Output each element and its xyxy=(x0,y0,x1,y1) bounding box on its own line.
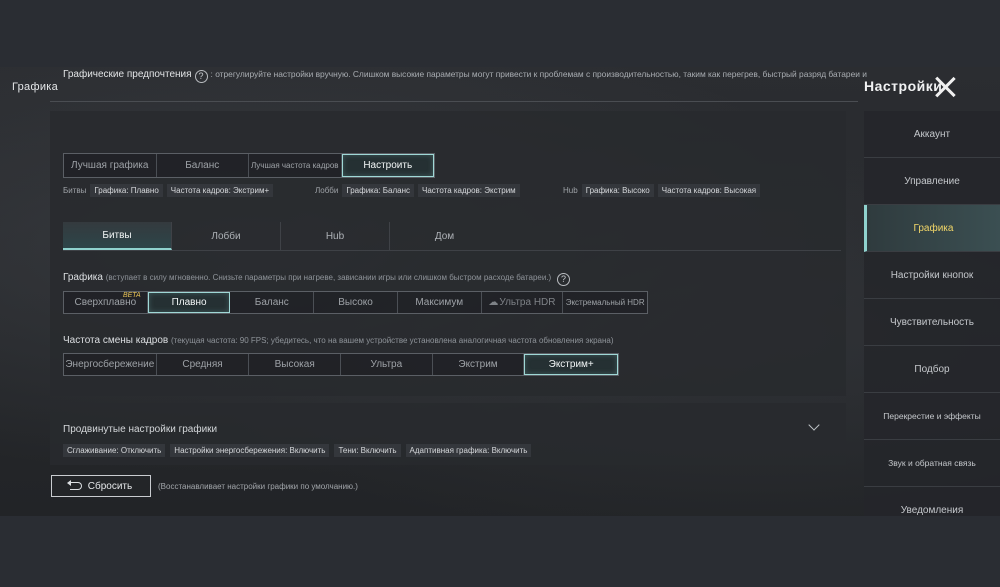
close-icon[interactable] xyxy=(932,74,958,100)
graphics-label-row: Графика (вступает в силу мгновенно. Сниз… xyxy=(63,272,573,286)
fps-medium[interactable]: Средняя xyxy=(156,354,250,375)
sidebar-item-notifications[interactable]: Уведомления xyxy=(864,487,1000,516)
adv-tag-power-saving: Настройки энергосбережения: Включить xyxy=(170,444,330,457)
preferences-selector: Лучшая графика Баланс Лучшая частота кад… xyxy=(63,153,435,178)
framerate-note: (текущая частота: 90 FPS; убедитесь, что… xyxy=(170,336,614,345)
preset-mode: Hub xyxy=(563,186,578,195)
preset-fps-tag: Частота кадров: Экстрим xyxy=(417,184,520,197)
header-divider xyxy=(50,101,858,102)
adv-tag-shadows: Тени: Включить xyxy=(334,444,401,457)
pref-customize[interactable]: Настроить xyxy=(341,154,434,177)
advanced-tags: Сглаживание: Отключить Настройки энергос… xyxy=(63,444,532,457)
quality-maximum[interactable]: Максимум xyxy=(397,292,482,313)
cloud-download-icon: ☁ xyxy=(488,297,499,308)
quality-extreme-hdr[interactable]: Экстремальный HDR xyxy=(563,292,648,313)
tab-home[interactable]: Дом xyxy=(390,222,499,250)
quality-balance[interactable]: Баланс xyxy=(230,292,315,313)
graphics-quality-selector: Сверхплавно BETA Плавно Баланс Высоко Ма… xyxy=(63,291,648,314)
fps-high[interactable]: Высокая xyxy=(249,354,342,375)
quality-ultra-hdr[interactable]: ☁ Ультра HDR xyxy=(481,292,564,313)
sidebar-item-sensitivity[interactable]: Чувствительность xyxy=(864,299,1000,346)
preset-graphics-tag: Графика: Плавно xyxy=(90,184,163,197)
pref-balance[interactable]: Баланс xyxy=(156,154,249,177)
settings-title: Настройки xyxy=(864,78,943,94)
preset-fps-tag: Частота кадров: Высокая xyxy=(657,184,761,197)
adv-tag-adaptive: Адаптивная графика: Включить xyxy=(405,444,532,457)
sidebar-item-account[interactable]: Аккаунт xyxy=(864,111,1000,158)
preset-mode: Битвы xyxy=(63,186,87,195)
quality-high[interactable]: Высоко xyxy=(314,292,398,313)
framerate-label-row: Частота смены кадров (текущая частота: 9… xyxy=(63,335,614,346)
beta-badge: BETA xyxy=(122,292,141,299)
help-icon[interactable]: ? xyxy=(194,70,208,83)
undo-icon xyxy=(66,480,82,490)
quality-ultra-hdr-label: Ультра HDR xyxy=(499,297,556,308)
fps-extreme[interactable]: Экстрим xyxy=(432,354,525,375)
chevron-down-icon[interactable] xyxy=(808,423,822,433)
reset-note: (Восстанавливает настройки графики по ум… xyxy=(158,482,358,491)
fps-ultra[interactable]: Ультра xyxy=(341,354,433,375)
adv-tag-antialiasing: Сглаживание: Отключить xyxy=(63,444,166,457)
pref-best-framerate[interactable]: Лучшая частота кадров xyxy=(249,154,342,177)
advanced-title[interactable]: Продвинутые настройки графики xyxy=(63,424,217,435)
preset-fps-tag: Частота кадров: Экстрим+ xyxy=(166,184,274,197)
sidebar-item-controls[interactable]: Управление xyxy=(864,158,1000,205)
preset-lobby: Лобби Графика: Баланс Частота кадров: Эк… xyxy=(315,184,520,197)
graphics-label: Графика xyxy=(63,272,103,283)
fps-power-saving[interactable]: Энергосбережение xyxy=(64,354,157,375)
preferences-label: Графические предпочтения xyxy=(63,69,192,80)
reset-button[interactable]: Сбросить xyxy=(51,475,151,497)
fps-extreme-plus[interactable]: Экстрим+ xyxy=(524,354,619,375)
sidebar-item-graphics[interactable]: Графика xyxy=(864,205,1000,252)
quality-smooth[interactable]: Плавно xyxy=(147,292,231,313)
framerate-selector: Энергосбережение Средняя Высокая Ультра … xyxy=(63,353,619,376)
preset-battles: Битвы Графика: Плавно Частота кадров: Эк… xyxy=(63,184,274,197)
sidebar-item-audio[interactable]: Звук и обратная связь xyxy=(864,440,1000,487)
help-icon[interactable]: ? xyxy=(557,273,570,286)
preset-mode: Лобби xyxy=(315,186,339,195)
mode-tabs: Битвы Лобби Hub Дом xyxy=(63,222,499,250)
quality-super-smooth[interactable]: Сверхплавно BETA xyxy=(64,292,148,313)
preset-hub: Hub Графика: Высоко Частота кадров: Высо… xyxy=(563,184,761,197)
page-title: Графика xyxy=(12,81,59,93)
tab-battles[interactable]: Битвы xyxy=(63,222,172,250)
graphics-note: (вступает в силу мгновенно. Снизьте пара… xyxy=(105,273,552,282)
sidebar-item-button-layout[interactable]: Настройки кнопок xyxy=(864,252,1000,299)
framerate-label: Частота смены кадров xyxy=(63,335,169,346)
tab-lobby[interactable]: Лобби xyxy=(172,222,281,250)
sidebar-item-matchmaking[interactable]: Подбор xyxy=(864,346,1000,393)
preset-graphics-tag: Графика: Баланс xyxy=(342,184,414,197)
game-settings-frame: Графика Настройки Графические предпочтен… xyxy=(0,67,1000,516)
preferences-note: : отрегулируйте настройки вручную. Слишк… xyxy=(210,69,867,79)
settings-sidebar: Аккаунт Управление Графика Настройки кно… xyxy=(864,111,1000,516)
pref-best-graphics[interactable]: Лучшая графика xyxy=(64,154,157,177)
reset-label: Сбросить xyxy=(87,480,133,492)
sidebar-item-crosshair[interactable]: Перекрестие и эффекты xyxy=(864,393,1000,440)
tabs-divider xyxy=(63,250,841,251)
preferences-label-row: Графические предпочтения?: отрегулируйте… xyxy=(63,69,867,83)
tab-hub[interactable]: Hub xyxy=(281,222,390,250)
preset-graphics-tag: Графика: Высоко xyxy=(581,184,654,197)
